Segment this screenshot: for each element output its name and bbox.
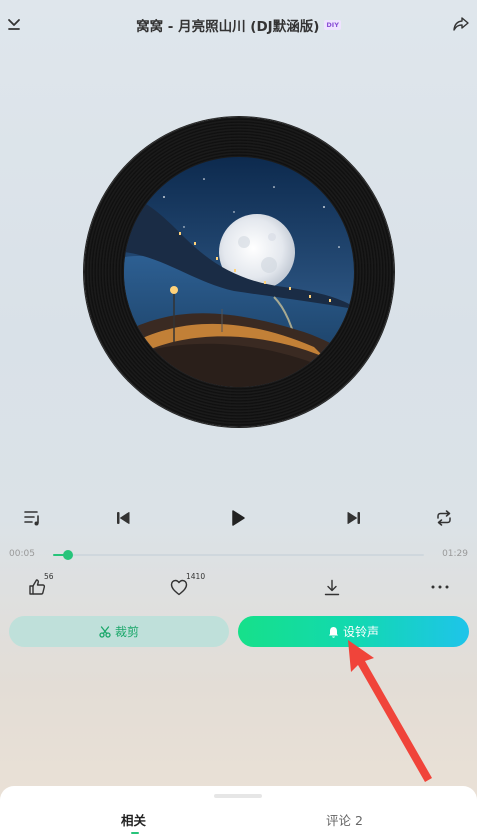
cut-button-label: 裁剪 [114, 625, 139, 639]
progress-row: 00:05 01:29 [0, 546, 477, 564]
current-time: 00:05 [9, 549, 35, 559]
sheet-handle[interactable] [214, 794, 262, 798]
action-row: 56 1410 [0, 570, 477, 602]
annotation-arrow [348, 640, 432, 782]
skip-previous-icon[interactable] [112, 508, 134, 528]
vinyl-disc[interactable] [84, 117, 394, 427]
progress-handle[interactable] [62, 550, 73, 560]
skip-next-icon[interactable] [343, 508, 365, 528]
song-title-row: 窝窝 - 月亮照山川 (DJ默涵版) DIY [60, 14, 417, 36]
tab-related[interactable]: 相关 [121, 810, 146, 829]
progress-track[interactable] [53, 550, 424, 560]
album-art [124, 157, 354, 387]
song-title: 窝窝 - 月亮照山川 (DJ默涵版) [136, 19, 320, 35]
bell-icon [328, 626, 338, 638]
tab-comments[interactable]: 评论 2 [326, 810, 363, 829]
top-bar: 窝窝 - 月亮照山川 (DJ默涵版) DIY [0, 0, 477, 50]
share-icon[interactable] [451, 14, 471, 34]
diy-badge: DIY [324, 20, 341, 30]
repeat-icon[interactable] [433, 508, 455, 528]
bottom-sheet: 相关 评论 2 [0, 786, 477, 838]
cut-button[interactable]: 裁剪 [9, 616, 229, 647]
play-icon[interactable] [227, 507, 249, 529]
playback-controls [0, 500, 477, 536]
download-icon[interactable] [321, 576, 343, 598]
favorite-count: 1410 [186, 572, 206, 581]
playlist-icon[interactable] [22, 508, 44, 528]
like-count: 56 [44, 572, 54, 581]
collapse-down-icon[interactable] [4, 14, 24, 34]
total-time: 01:29 [442, 549, 468, 559]
more-icon[interactable] [429, 576, 451, 598]
scissors-icon [99, 625, 111, 638]
active-tab-indicator [131, 832, 139, 834]
